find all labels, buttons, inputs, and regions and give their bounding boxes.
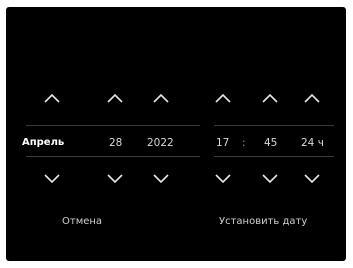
selection-line-bottom-time (214, 156, 334, 157)
minute-up-chevron-icon[interactable] (261, 92, 279, 104)
hour-value[interactable]: 17 (216, 137, 229, 149)
month-down-chevron-icon[interactable] (43, 172, 61, 184)
day-value[interactable]: 28 (109, 137, 122, 149)
set-date-button[interactable]: Установить дату (219, 216, 307, 228)
time-separator: : (242, 137, 246, 149)
year-up-chevron-icon[interactable] (152, 92, 170, 104)
selection-line-top (26, 125, 200, 126)
hour-down-chevron-icon[interactable] (214, 172, 232, 184)
selection-line-top-time (214, 125, 334, 126)
cancel-button[interactable]: Отмена (62, 216, 102, 228)
month-up-chevron-icon[interactable] (43, 92, 61, 104)
date-time-picker-dialog: Апрель 28 2022 17 : 45 24 ч Отмена Устан… (6, 7, 346, 261)
minute-value[interactable]: 45 (264, 137, 277, 149)
year-value[interactable]: 2022 (147, 137, 174, 149)
format-up-chevron-icon[interactable] (303, 92, 321, 104)
day-down-chevron-icon[interactable] (106, 172, 124, 184)
month-value[interactable]: Апрель (22, 137, 64, 149)
day-up-chevron-icon[interactable] (106, 92, 124, 104)
hour-up-chevron-icon[interactable] (214, 92, 232, 104)
minute-down-chevron-icon[interactable] (261, 172, 279, 184)
format-down-chevron-icon[interactable] (303, 172, 321, 184)
year-down-chevron-icon[interactable] (152, 172, 170, 184)
format-value[interactable]: 24 ч (301, 137, 324, 149)
selection-line-bottom (26, 156, 200, 157)
